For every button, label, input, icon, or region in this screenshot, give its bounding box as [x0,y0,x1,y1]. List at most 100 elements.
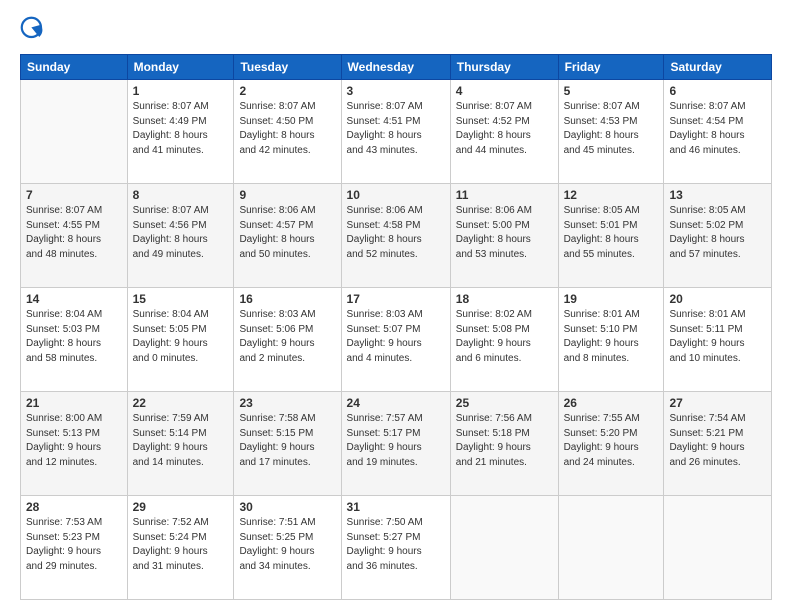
day-number: 1 [133,84,229,98]
week-row-2: 7 Sunrise: 8:07 AM Sunset: 4:55 PM Daylig… [21,184,772,288]
day-number: 16 [239,292,335,306]
weekday-header-monday: Monday [127,55,234,80]
calendar-cell: 10Sunrise: 8:06 AM Sunset: 4:58 PM Dayli… [341,184,450,288]
calendar-cell: 17Sunrise: 8:03 AM Sunset: 5:07 PM Dayli… [341,288,450,392]
calendar-cell: 11Sunrise: 8:06 AM Sunset: 5:00 PM Dayli… [450,184,558,288]
weekday-header-thursday: Thursday [450,55,558,80]
day-info: Sunrise: 8:07 AM Sunset: 4:54 PM Dayligh… [669,100,766,158]
calendar-cell [664,496,772,600]
day-info: Sunrise: 8:05 AM Sunset: 5:01 PM Dayligh… [564,204,659,262]
calendar-cell: 20 Sunrise: 8:01 AM Sunset: 5:11 PM Dayli… [664,288,772,392]
day-info: Sunrise: 8:03 AM Sunset: 5:06 PM Dayligh… [239,308,335,366]
day-info: Sunrise: 7:59 AM Sunset: 5:14 PM Dayligh… [133,412,229,470]
calendar-cell: 9 Sunrise: 8:06 AM Sunset: 4:57 PM Daylig… [234,184,341,288]
calendar-cell: 27 Sunrise: 7:54 AM Sunset: 5:21 PM Dayli… [664,392,772,496]
day-number: 28 [26,500,122,514]
calendar-cell [21,80,128,184]
day-number: 8 [133,188,229,202]
day-number: 25 [456,396,553,410]
calendar-cell: 29 Sunrise: 7:52 AM Sunset: 5:24 PM Dayli… [127,496,234,600]
weekday-header-row: SundayMondayTuesdayWednesdayThursdayFrid… [21,55,772,80]
day-info: Sunrise: 8:02 AM Sunset: 5:08 PM Dayligh… [456,308,553,366]
day-info: Sunrise: 7:50 AM Sunset: 5:27 PM Dayligh… [347,516,445,574]
day-number: 15 [133,292,229,306]
day-number: 30 [239,500,335,514]
day-number: 2 [239,84,335,98]
day-number: 29 [133,500,229,514]
day-info: Sunrise: 8:06 AM Sunset: 4:58 PM Dayligh… [347,204,445,262]
day-info: Sunrise: 8:07 AM Sunset: 4:50 PM Dayligh… [239,100,335,158]
day-number: 9 [239,188,335,202]
day-number: 27 [669,396,766,410]
day-number: 14 [26,292,122,306]
day-info: Sunrise: 8:06 AM Sunset: 4:57 PM Dayligh… [239,204,335,262]
day-number: 4 [456,84,553,98]
day-info: Sunrise: 8:07 AM Sunset: 4:49 PM Dayligh… [133,100,229,158]
day-number: 11 [456,188,553,202]
day-info: Sunrise: 8:01 AM Sunset: 5:10 PM Dayligh… [564,308,659,366]
day-number: 22 [133,396,229,410]
day-info: Sunrise: 8:05 AM Sunset: 5:02 PM Dayligh… [669,204,766,262]
calendar-cell: 3Sunrise: 8:07 AM Sunset: 4:51 PM Daylig… [341,80,450,184]
calendar-cell: 8 Sunrise: 8:07 AM Sunset: 4:56 PM Daylig… [127,184,234,288]
logo [20,16,52,44]
logo-icon [20,16,48,44]
day-info: Sunrise: 8:07 AM Sunset: 4:53 PM Dayligh… [564,100,659,158]
day-info: Sunrise: 7:58 AM Sunset: 5:15 PM Dayligh… [239,412,335,470]
weekday-header-saturday: Saturday [664,55,772,80]
calendar-cell: 4 Sunrise: 8:07 AM Sunset: 4:52 PM Daylig… [450,80,558,184]
calendar-cell: 13 Sunrise: 8:05 AM Sunset: 5:02 PM Dayli… [664,184,772,288]
calendar-cell: 16 Sunrise: 8:03 AM Sunset: 5:06 PM Dayli… [234,288,341,392]
calendar-cell [450,496,558,600]
calendar-cell: 30 Sunrise: 7:51 AM Sunset: 5:25 PM Dayli… [234,496,341,600]
calendar-cell: 19Sunrise: 8:01 AM Sunset: 5:10 PM Dayli… [558,288,664,392]
day-info: Sunrise: 7:56 AM Sunset: 5:18 PM Dayligh… [456,412,553,470]
calendar-page: SundayMondayTuesdayWednesdayThursdayFrid… [0,0,792,612]
week-row-5: 28 Sunrise: 7:53 AM Sunset: 5:23 PM Dayli… [21,496,772,600]
day-number: 20 [669,292,766,306]
day-number: 7 [26,188,122,202]
day-number: 3 [347,84,445,98]
day-info: Sunrise: 7:53 AM Sunset: 5:23 PM Dayligh… [26,516,122,574]
calendar-cell: 28 Sunrise: 7:53 AM Sunset: 5:23 PM Dayli… [21,496,128,600]
weekday-header-friday: Friday [558,55,664,80]
calendar-cell: 23 Sunrise: 7:58 AM Sunset: 5:15 PM Dayli… [234,392,341,496]
calendar-cell: 2 Sunrise: 8:07 AM Sunset: 4:50 PM Daylig… [234,80,341,184]
calendar-cell: 7 Sunrise: 8:07 AM Sunset: 4:55 PM Daylig… [21,184,128,288]
day-info: Sunrise: 8:04 AM Sunset: 5:05 PM Dayligh… [133,308,229,366]
day-number: 13 [669,188,766,202]
calendar-cell: 31 Sunrise: 7:50 AM Sunset: 5:27 PM Dayli… [341,496,450,600]
weekday-header-sunday: Sunday [21,55,128,80]
day-info: Sunrise: 8:07 AM Sunset: 4:56 PM Dayligh… [133,204,229,262]
day-number: 24 [347,396,445,410]
day-info: Sunrise: 8:07 AM Sunset: 4:55 PM Dayligh… [26,204,122,262]
day-info: Sunrise: 8:04 AM Sunset: 5:03 PM Dayligh… [26,308,122,366]
calendar-cell: 24 Sunrise: 7:57 AM Sunset: 5:17 PM Dayli… [341,392,450,496]
day-number: 31 [347,500,445,514]
day-number: 12 [564,188,659,202]
calendar-cell: 14 Sunrise: 8:04 AM Sunset: 5:03 PM Dayli… [21,288,128,392]
day-info: Sunrise: 8:01 AM Sunset: 5:11 PM Dayligh… [669,308,766,366]
day-info: Sunrise: 7:57 AM Sunset: 5:17 PM Dayligh… [347,412,445,470]
calendar-cell: 1 Sunrise: 8:07 AM Sunset: 4:49 PM Daylig… [127,80,234,184]
calendar-cell: 22 Sunrise: 7:59 AM Sunset: 5:14 PM Dayli… [127,392,234,496]
day-number: 21 [26,396,122,410]
calendar-cell: 26 Sunrise: 7:55 AM Sunset: 5:20 PM Dayli… [558,392,664,496]
day-number: 26 [564,396,659,410]
calendar-cell: 21 Sunrise: 8:00 AM Sunset: 5:13 PM Dayli… [21,392,128,496]
calendar-cell: 25 Sunrise: 7:56 AM Sunset: 5:18 PM Dayli… [450,392,558,496]
day-info: Sunrise: 7:55 AM Sunset: 5:20 PM Dayligh… [564,412,659,470]
day-info: Sunrise: 8:03 AM Sunset: 5:07 PM Dayligh… [347,308,445,366]
day-info: Sunrise: 8:07 AM Sunset: 4:52 PM Dayligh… [456,100,553,158]
day-info: Sunrise: 7:51 AM Sunset: 5:25 PM Dayligh… [239,516,335,574]
calendar-cell: 12 Sunrise: 8:05 AM Sunset: 5:01 PM Dayli… [558,184,664,288]
day-number: 23 [239,396,335,410]
calendar-table: SundayMondayTuesdayWednesdayThursdayFrid… [20,54,772,600]
day-info: Sunrise: 8:00 AM Sunset: 5:13 PM Dayligh… [26,412,122,470]
week-row-4: 21 Sunrise: 8:00 AM Sunset: 5:13 PM Dayli… [21,392,772,496]
day-info: Sunrise: 7:52 AM Sunset: 5:24 PM Dayligh… [133,516,229,574]
day-number: 18 [456,292,553,306]
week-row-1: 1 Sunrise: 8:07 AM Sunset: 4:49 PM Daylig… [21,80,772,184]
calendar-cell: 6Sunrise: 8:07 AM Sunset: 4:54 PM Daylig… [664,80,772,184]
day-info: Sunrise: 7:54 AM Sunset: 5:21 PM Dayligh… [669,412,766,470]
